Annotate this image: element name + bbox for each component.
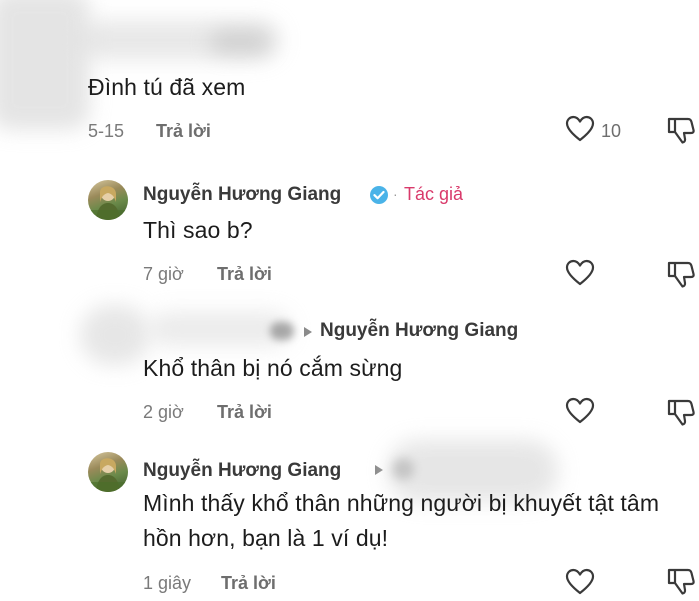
thumbs-down-icon[interactable] (666, 259, 696, 294)
comment-text: Đình tú đã xem (88, 74, 246, 100)
blurred-avatar (80, 305, 150, 365)
heart-outline-icon[interactable] (565, 259, 595, 292)
avatar[interactable] (88, 180, 128, 220)
blurred-username (150, 312, 290, 346)
reply-button[interactable]: Trả lời (217, 402, 272, 423)
blurred-avatar (0, 0, 90, 130)
avatar[interactable] (88, 452, 128, 492)
comment-text: Thì sao b? (143, 217, 253, 243)
comment-time: 2 giờ (143, 402, 184, 422)
reply-arrow-icon (374, 463, 384, 481)
reply-button[interactable]: Trả lời (156, 121, 211, 142)
heart-outline-icon[interactable] (565, 397, 595, 430)
reply-button[interactable]: Trả lời (217, 264, 272, 285)
author-badge: Tác giả (404, 184, 464, 204)
heart-outline-icon[interactable] (565, 568, 595, 601)
blurred-reply-to-avatar (392, 458, 414, 480)
heart-outline-icon[interactable] (565, 115, 595, 148)
comment-text: Khổ thân bị nó cắm sừng (143, 355, 403, 381)
blurred-name-accent (210, 30, 270, 54)
comment-time: 7 giờ (143, 264, 184, 284)
thumbs-down-icon[interactable] (666, 115, 696, 150)
username[interactable]: Nguyễn Hương Giang (143, 184, 341, 206)
comment-time: 5-15 (88, 121, 125, 141)
verified-badge-icon (369, 185, 389, 210)
thumbs-down-icon[interactable] (666, 566, 696, 601)
reply-button[interactable]: Trả lời (221, 573, 276, 594)
comment-time: 1 giây (143, 573, 192, 593)
username[interactable]: Nguyễn Hương Giang (143, 460, 341, 482)
blurred-name-accent (270, 322, 294, 340)
thumbs-down-icon[interactable] (666, 397, 696, 432)
like-count: 10 (601, 121, 622, 141)
reply-to-username[interactable]: Nguyễn Hương Giang (320, 320, 518, 342)
reply-arrow-icon (303, 325, 313, 343)
separator-dot: · (393, 186, 398, 202)
comment-text: Mình thấy khổ thân những người bị khuyết… (143, 490, 660, 551)
